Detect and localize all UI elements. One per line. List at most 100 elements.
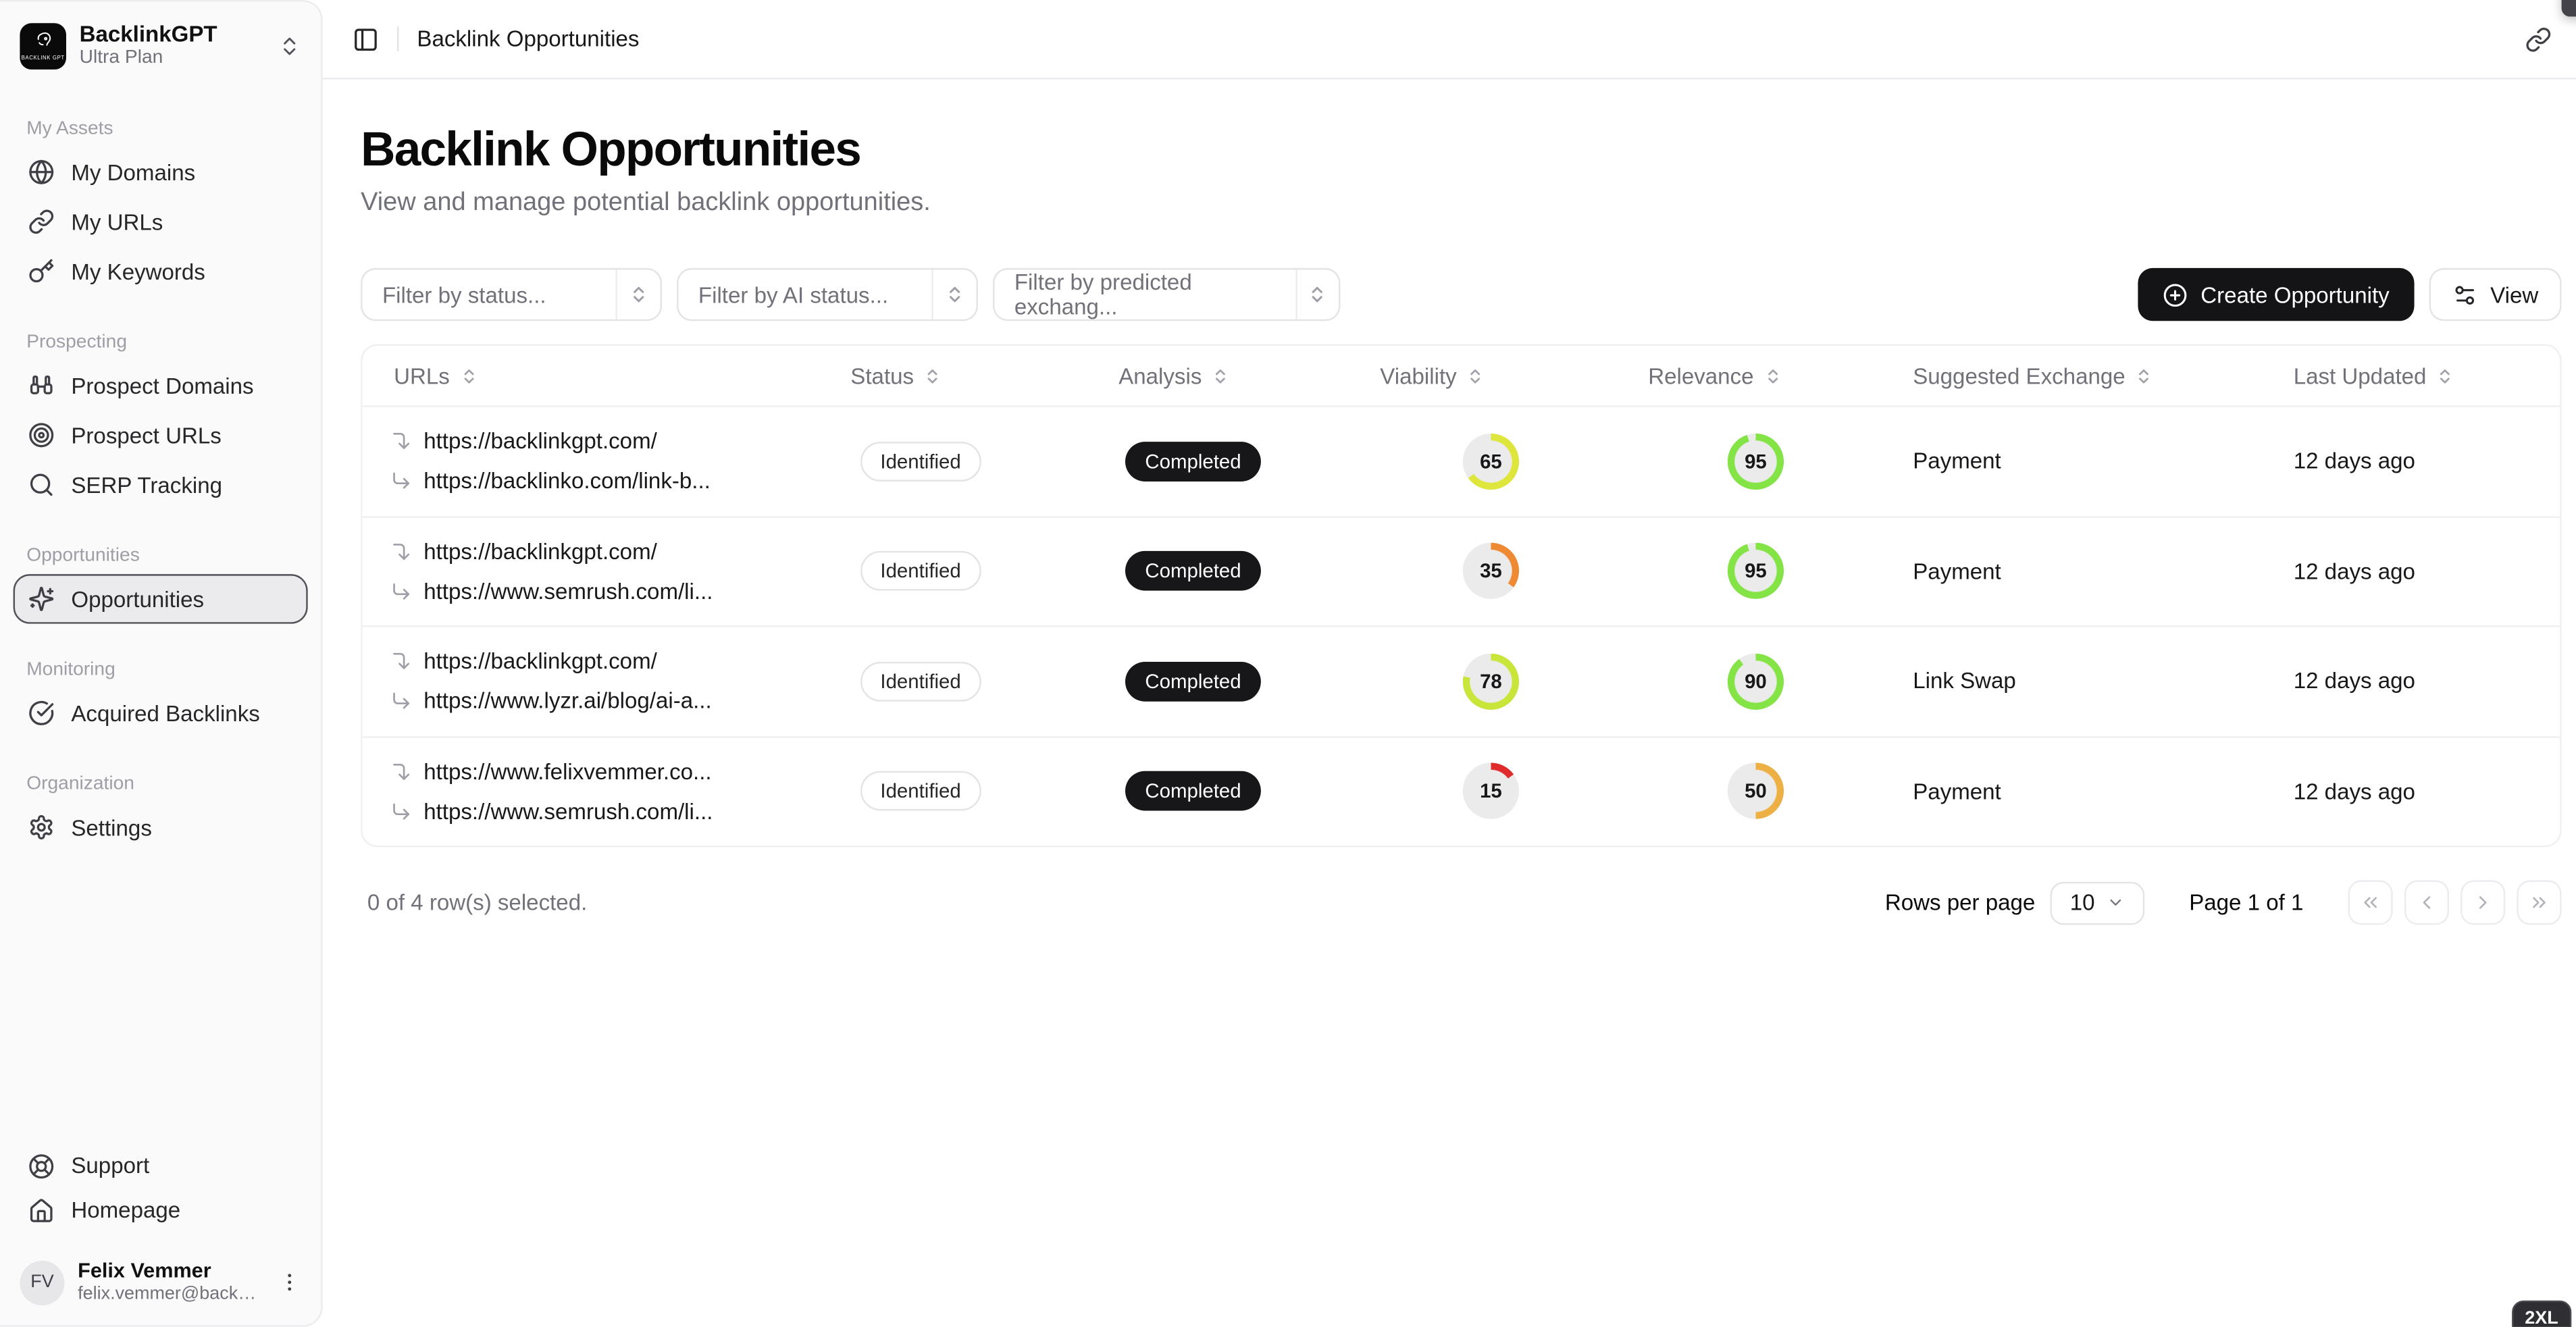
sidebar-item-acquired-backlinks[interactable]: Acquired Backlinks (14, 688, 308, 738)
filter-filter-by-status[interactable]: Filter by status... (361, 268, 662, 321)
create-opportunity-button[interactable]: Create Opportunity (2138, 268, 2414, 321)
rows-per-page-select[interactable]: 10 (2050, 881, 2144, 925)
column-header-urls[interactable]: URLs (363, 363, 851, 388)
sidebar-item-opportunities[interactable]: Opportunities (14, 574, 308, 624)
column-header-status[interactable]: Status (850, 363, 1118, 388)
analysis-cell: Completed (1118, 442, 1380, 482)
sidebar-item-prospect-domains[interactable]: Prospect Domains (14, 361, 308, 411)
analysis-cell: Completed (1118, 661, 1380, 701)
logo-wordmark: BACKLINK GPT (22, 55, 65, 61)
source-url-link[interactable]: https://backlinkgpt.com/ (423, 539, 657, 564)
binoculars-icon (28, 372, 55, 398)
sidebar-item-my-keywords[interactable]: My Keywords (14, 246, 308, 296)
column-label: Relevance (1648, 363, 1753, 388)
nav-section-label: My Assets (14, 119, 308, 138)
previous-page-button[interactable] (2404, 880, 2449, 925)
score-value: 78 (1480, 670, 1502, 693)
source-url-link[interactable]: https://backlinkgpt.com/ (423, 429, 657, 454)
column-header-suggested-exchange[interactable]: Suggested Exchange (1913, 363, 2294, 388)
chevrons-up-down-icon[interactable] (278, 34, 301, 57)
target-url-link[interactable]: https://backlinko.com/link-b... (423, 469, 711, 494)
sidebar-item-serp-tracking[interactable]: SERP Tracking (14, 460, 308, 510)
ellipsis-vertical-icon[interactable] (278, 1271, 301, 1294)
topbar: Backlink Opportunities (323, 0, 2576, 80)
nav-section-label: Prospecting (14, 332, 308, 352)
first-page-button[interactable] (2348, 880, 2393, 925)
user-email: felix.vemmer@backlink... (78, 1284, 260, 1305)
score-value: 95 (1745, 450, 1767, 473)
sidebar-item-prospect-urls[interactable]: Prospect URLs (14, 411, 308, 461)
score-value: 50 (1745, 780, 1767, 803)
column-header-analysis[interactable]: Analysis (1118, 363, 1380, 388)
filter-filter-by-predicted-exchang[interactable]: Filter by predicted exchang... (993, 268, 1341, 321)
viability-cell: 65 (1380, 433, 1648, 489)
filter-placeholder: Filter by AI status... (698, 282, 888, 307)
suggested-exchange-cell: Payment (1913, 779, 2294, 804)
chevrons-left-icon (2360, 892, 2381, 914)
column-header-relevance[interactable]: Relevance (1648, 363, 1913, 388)
chevrons-up-down-icon (1308, 284, 1327, 304)
score-value: 95 (1745, 560, 1767, 583)
viability-ring: 78 (1463, 653, 1519, 709)
sort-icon (1466, 367, 1485, 385)
source-url-link[interactable]: https://www.felixvemmer.co... (423, 759, 711, 784)
source-url: https://backlinkgpt.com/ (390, 429, 850, 454)
column-header-last-updated[interactable]: Last Updated (2294, 363, 2560, 388)
target-url-link[interactable]: https://www.semrush.com/li... (423, 579, 713, 604)
score-value: 65 (1480, 450, 1502, 473)
sidebar-item-label: SERP Tracking (71, 472, 222, 497)
relevance-cell: 90 (1648, 653, 1913, 709)
sidebar-item-label: My Keywords (71, 259, 205, 284)
viability-ring: 15 (1463, 763, 1519, 819)
panel-left-icon[interactable] (353, 26, 379, 52)
nav-section-my-assets: My Assets My DomainsMy URLs My Keywords (14, 119, 308, 296)
source-url: https://backlinkgpt.com/ (390, 649, 850, 674)
target-url: https://www.lyzr.ai/blog/ai-a... (390, 689, 850, 714)
viability-cell: 35 (1380, 543, 1648, 599)
sidebar-item-support[interactable]: Support (14, 1143, 308, 1188)
chevron-left-icon (2416, 892, 2438, 914)
page-info: Page 1 of 1 (2189, 890, 2303, 915)
table-row: https://www.felixvemmer.co... https://www… (363, 735, 2560, 845)
next-page-button[interactable] (2461, 880, 2505, 925)
corner-down-right-icon (390, 470, 412, 492)
column-label: Viability (1380, 363, 1456, 388)
analysis-cell: Completed (1118, 551, 1380, 591)
key-icon (28, 258, 55, 284)
sidebar-item-settings[interactable]: Settings (14, 802, 308, 852)
relevance-ring: 90 (1728, 653, 1784, 709)
target-url-link[interactable]: https://www.lyzr.ai/blog/ai-a... (423, 689, 711, 714)
link-icon[interactable] (2525, 26, 2552, 52)
sort-icon (924, 367, 942, 385)
relevance-ring: 95 (1728, 433, 1784, 489)
filter-filter-by-ai-status[interactable]: Filter by AI status... (677, 268, 978, 321)
user-menu[interactable]: FV Felix Vemmer felix.vemmer@backlink... (14, 1249, 308, 1309)
table-footer: 0 of 4 row(s) selected. Rows per page 10 (361, 880, 2562, 925)
viability-ring: 35 (1463, 543, 1519, 599)
view-button[interactable]: View (2429, 268, 2562, 321)
column-header-viability[interactable]: Viability (1380, 363, 1648, 388)
chevrons-right-icon (2529, 892, 2550, 914)
source-url: https://backlinkgpt.com/ (390, 539, 850, 564)
corner-right-down-icon (390, 541, 412, 563)
relevance-cell: 95 (1648, 543, 1913, 599)
target-url: https://backlinko.com/link-b... (390, 469, 850, 494)
content: Backlink Opportunities View and manage p… (323, 80, 2576, 925)
sidebar-item-my-urls[interactable]: My URLs (14, 197, 308, 247)
workspace-switcher[interactable]: BACKLINK GPT BacklinkGPT Ultra Plan (14, 15, 308, 76)
target-url-link[interactable]: https://www.semrush.com/li... (423, 799, 713, 824)
sort-icon (1212, 367, 1230, 385)
sidebar-item-label: Homepage (71, 1198, 180, 1223)
sidebar-item-homepage[interactable]: Homepage (14, 1188, 308, 1232)
chevrons-up-down-icon (629, 284, 648, 304)
status-badge: Identified (860, 661, 981, 701)
sidebar-item-label: Opportunities (71, 587, 204, 612)
sidebar-item-my-domains[interactable]: My Domains (14, 147, 308, 197)
source-url-link[interactable]: https://backlinkgpt.com/ (423, 649, 657, 674)
status-cell: Identified (850, 442, 1118, 482)
sparkles-icon (28, 586, 55, 612)
relevance-ring: 95 (1728, 543, 1784, 599)
table-row: https://backlinkgpt.com/https://www.lyzr… (363, 625, 2560, 735)
last-page-button[interactable] (2517, 880, 2561, 925)
house-icon (28, 1197, 55, 1224)
